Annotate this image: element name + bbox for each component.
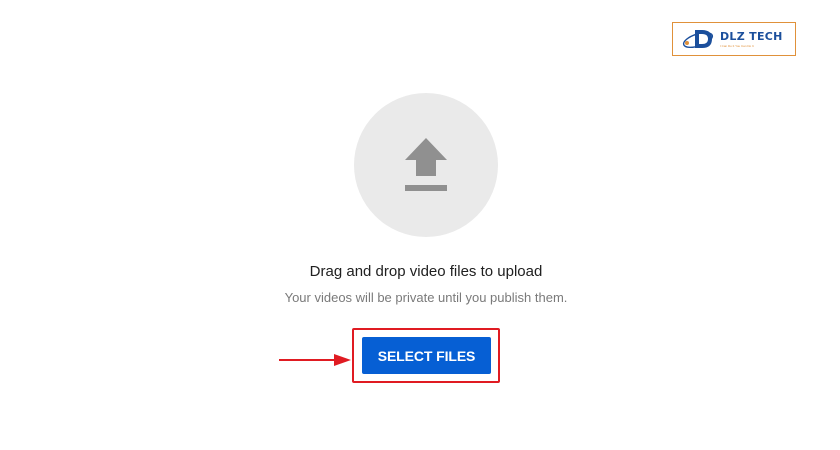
- upload-drop-zone[interactable]: [354, 93, 498, 237]
- logo-tagline: I Can Do It You Can Do It: [720, 43, 754, 48]
- upload-page: DLZ TECH I Can Do It You Can Do It Drag …: [0, 0, 840, 450]
- dlz-tech-logo: DLZ TECH I Can Do It You Can Do It: [672, 22, 796, 56]
- dlz-tech-logo-mark-icon: [682, 30, 714, 49]
- logo-text: DLZ TECH: [720, 29, 783, 43]
- upload-subtitle: Your videos will be private until you pu…: [284, 290, 568, 305]
- upload-title: Drag and drop video files to upload: [309, 263, 543, 280]
- red-arrow-right-icon: [279, 354, 351, 366]
- select-files-button[interactable]: SELECT FILES: [362, 337, 491, 374]
- upload-arrow-icon: [405, 138, 447, 191]
